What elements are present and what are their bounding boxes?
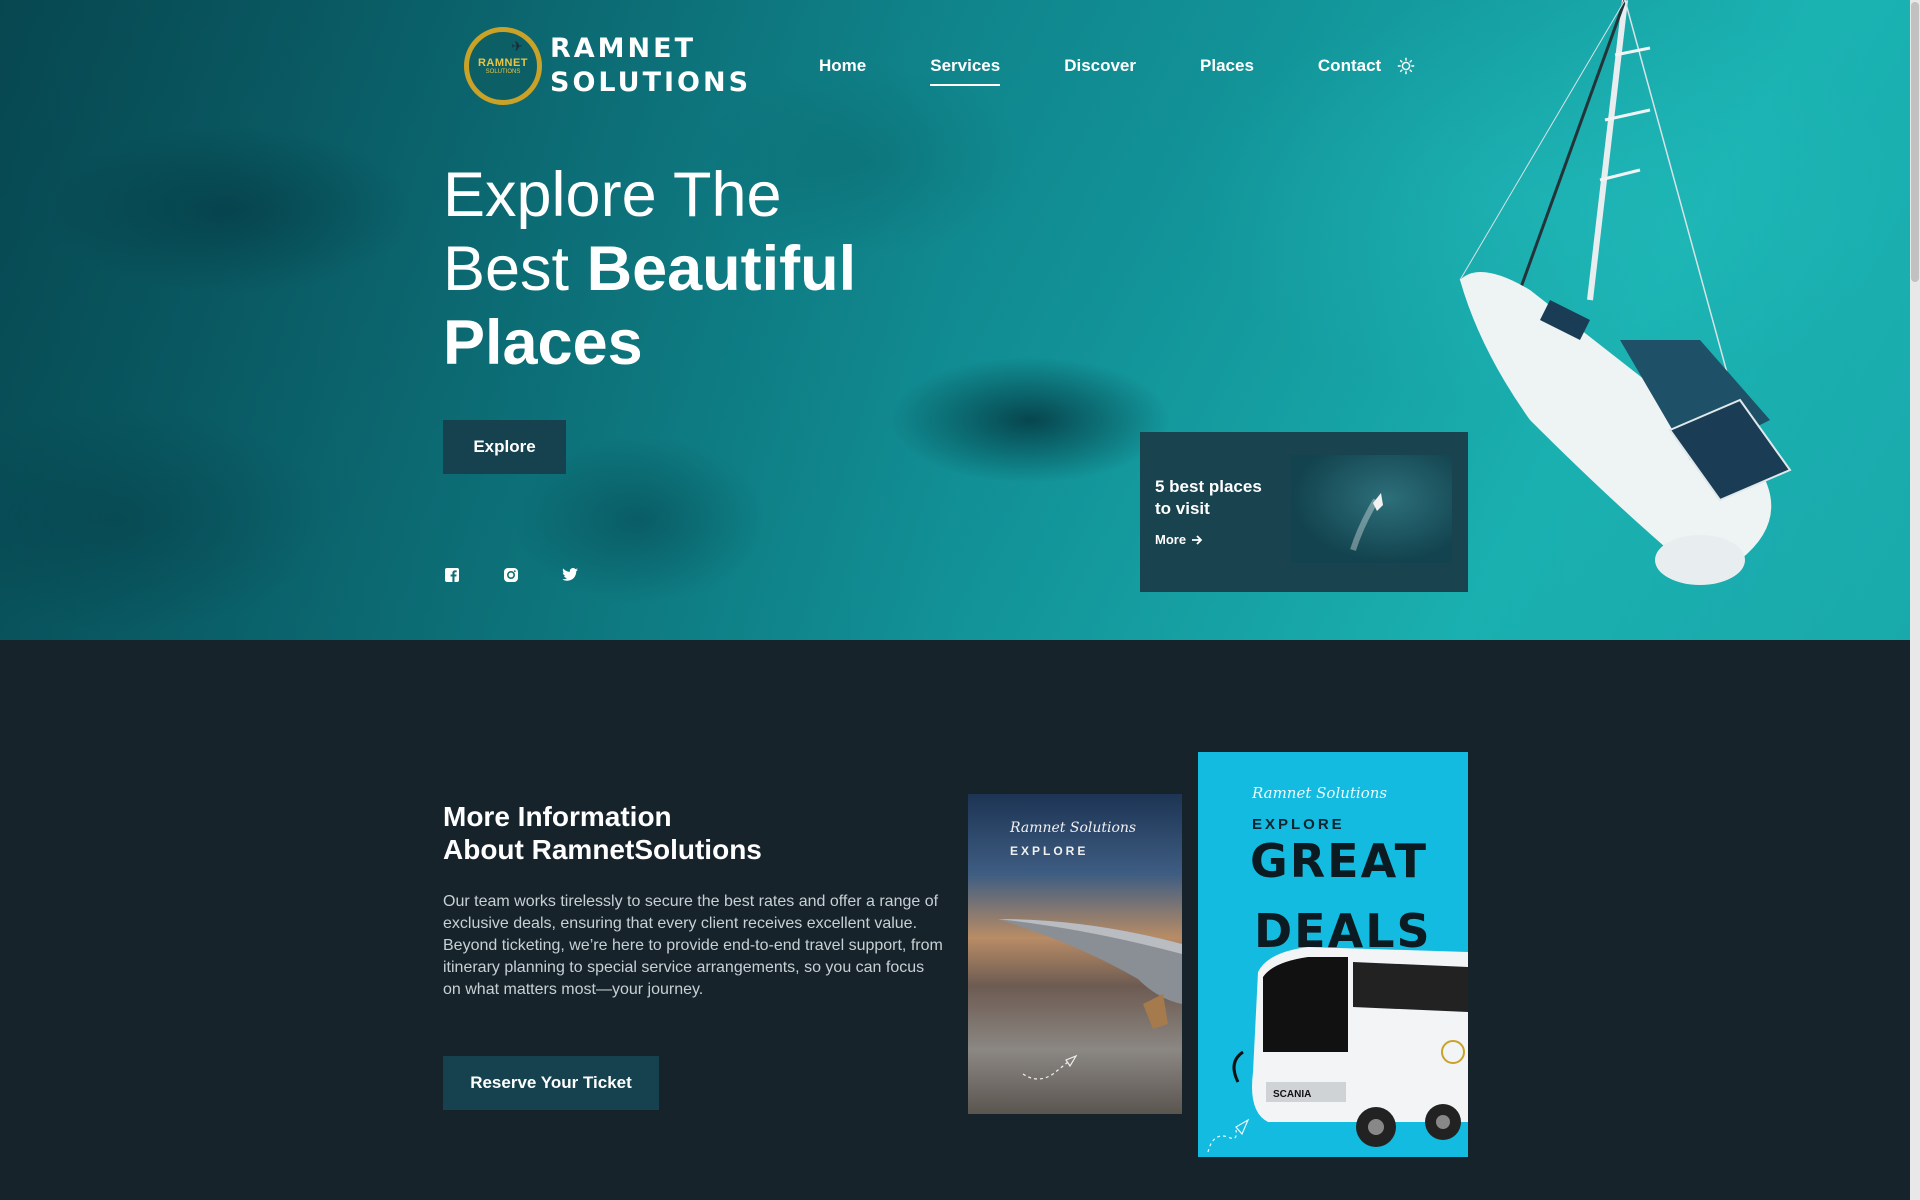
hero-title-line-3: Places bbox=[443, 308, 643, 378]
brand-logo[interactable]: ✈ RAMNET SOLUTIONS RAMNET SOLUTIONS bbox=[464, 26, 764, 106]
bus-image: SCANIA bbox=[1207, 947, 1468, 1153]
logo-badge-subtext: SOLUTIONS bbox=[485, 69, 521, 75]
hero-title-line-1: Explore The bbox=[443, 160, 782, 230]
hero-title-line-2-light: Best bbox=[443, 234, 587, 304]
logo-line-2: SOLUTIONS bbox=[550, 67, 752, 98]
featured-place-card[interactable]: 5 best places to visit More bbox=[1140, 432, 1468, 592]
bus-brand-label: SCANIA bbox=[1273, 1089, 1311, 1100]
instagram-icon[interactable] bbox=[502, 566, 520, 584]
about-description: Our team works tirelessly to secure the … bbox=[443, 893, 943, 998]
about-title-line-2: About RamnetSolutions bbox=[443, 834, 762, 865]
boat-thumbnail-image bbox=[1291, 455, 1452, 563]
hero-title: Explore The Best Beautiful Places bbox=[443, 158, 856, 380]
nav-services[interactable]: Services bbox=[930, 56, 1000, 86]
sun-icon[interactable] bbox=[1397, 57, 1415, 75]
main-nav: Home Services Discover Places Contact bbox=[819, 56, 1415, 86]
facebook-icon[interactable] bbox=[443, 566, 461, 584]
social-links bbox=[443, 566, 620, 584]
nav-home[interactable]: Home bbox=[819, 56, 866, 86]
twitter-icon[interactable] bbox=[561, 566, 579, 584]
about-title-line-1: More Information bbox=[443, 801, 672, 832]
airplane-icon: ✈ bbox=[511, 38, 523, 54]
logo-line-1: RAMNET bbox=[550, 33, 697, 64]
more-label: More bbox=[1155, 532, 1187, 547]
nav-discover[interactable]: Discover bbox=[1064, 56, 1136, 86]
place-card-title: 5 best places to visit bbox=[1155, 477, 1262, 518]
site-header: ✈ RAMNET SOLUTIONS RAMNET SOLUTIONS Home… bbox=[0, 0, 1910, 130]
about-title: More Information About RamnetSolutions bbox=[443, 800, 762, 866]
scrollbar-thumb[interactable] bbox=[1911, 2, 1919, 282]
nav-places[interactable]: Places bbox=[1200, 56, 1254, 86]
nav-contact[interactable]: Contact bbox=[1318, 56, 1381, 86]
arrow-right-icon bbox=[1192, 534, 1203, 545]
logo-badge-text: RAMNET bbox=[477, 57, 529, 69]
place-card-more-link[interactable]: More bbox=[1155, 532, 1203, 547]
explore-button[interactable]: Explore bbox=[443, 420, 566, 474]
logo-wordmark: RAMNET SOLUTIONS bbox=[550, 32, 751, 100]
explore-flight-promo-image: Ramnet Solutions EXPLORE bbox=[968, 794, 1182, 1114]
logo-badge: ✈ RAMNET SOLUTIONS bbox=[464, 27, 542, 105]
page-scrollbar[interactable] bbox=[1910, 0, 1920, 1200]
reserve-ticket-button[interactable]: Reserve Your Ticket bbox=[443, 1056, 659, 1110]
hero-title-line-2-bold: Beautiful bbox=[586, 234, 857, 304]
great-deals-promo-image: Ramnet Solutions EXPLORE GREAT DEALS SCA… bbox=[1198, 752, 1468, 1157]
